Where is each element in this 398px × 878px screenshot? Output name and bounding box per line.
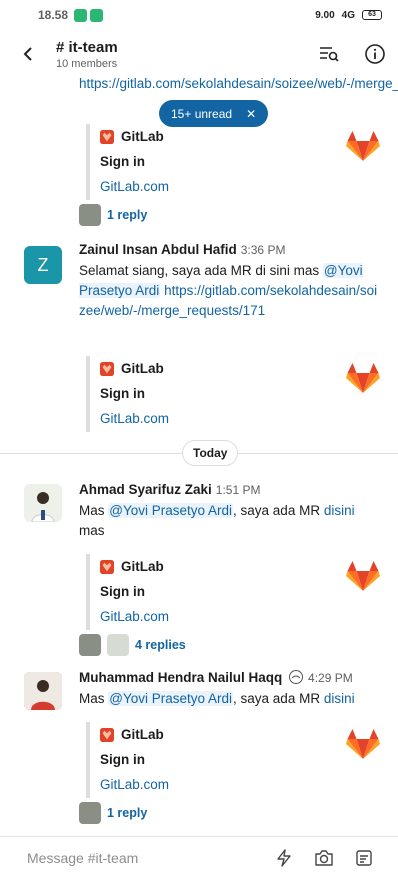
link-preview[interactable]: GitLab Sign in GitLab.com <box>86 124 386 200</box>
gitlab-logo-icon <box>346 363 380 393</box>
message-link[interactable]: https://gitlab.com/sekolahdesain/soizee/… <box>79 78 398 94</box>
user-mention[interactable]: @Yovi Prasetyo Ardi <box>108 503 234 518</box>
avatar[interactable] <box>24 484 62 522</box>
message-feed[interactable]: 15+ unread ✕ https://gitlab.com/sekolahd… <box>0 78 398 838</box>
thread-replies[interactable]: 1 reply <box>79 204 147 226</box>
avatar[interactable]: Z <box>24 246 62 284</box>
search-channel-button[interactable] <box>306 44 352 64</box>
preview-domain[interactable]: GitLab.com <box>100 411 169 426</box>
link-preview[interactable]: GitLab Sign in GitLab.com <box>86 722 386 798</box>
message-text: Mas @Yovi Prasetyo Ardi, saya ada MR dis… <box>79 503 355 538</box>
message-input[interactable]: Message #it-team <box>27 850 264 866</box>
camera-button[interactable] <box>304 848 344 868</box>
unread-banner[interactable]: 15+ unread ✕ <box>159 100 269 127</box>
back-button[interactable] <box>0 43 56 65</box>
person-icon <box>24 484 62 522</box>
avatar <box>79 204 101 226</box>
network-type: 4G <box>341 9 355 21</box>
preview-domain[interactable]: GitLab.com <box>100 777 169 792</box>
avatar[interactable] <box>24 672 62 710</box>
link-preview[interactable]: GitLab Sign in GitLab.com <box>86 356 386 432</box>
gitlab-logo-icon <box>346 729 380 759</box>
status-emoji-icon <box>289 670 304 684</box>
avatar <box>107 634 129 656</box>
gitlab-logo-icon <box>346 561 380 591</box>
author-name[interactable]: Zainul Insan Abdul Hafid <box>79 242 237 257</box>
message-time: 3:36 PM <box>240 243 286 257</box>
member-count: 10 members <box>56 57 118 70</box>
camera-icon <box>315 849 333 866</box>
author-name[interactable]: Muhammad Hendra Nailul Haqq <box>79 670 282 685</box>
author-name[interactable]: Ahmad Syarifuz Zaki <box>79 482 212 497</box>
unread-count: 15+ unread <box>171 106 233 121</box>
close-icon[interactable]: ✕ <box>246 107 256 121</box>
shortcuts-button[interactable] <box>264 848 304 868</box>
preview-title: GitLab <box>121 559 164 574</box>
preview-domain[interactable]: GitLab.com <box>100 609 169 624</box>
preview-subtitle: Sign in <box>100 154 145 169</box>
avatar <box>79 802 101 824</box>
message-composer: Message #it-team <box>0 836 398 878</box>
notification-icon <box>74 8 88 22</box>
channel-title[interactable]: # it-team 10 members <box>56 39 306 70</box>
gitlab-logo-icon <box>346 131 380 161</box>
reply-count[interactable]: 4 replies <box>135 638 186 652</box>
list-search-icon <box>320 47 339 62</box>
date-label[interactable]: Today <box>182 440 239 466</box>
thread-replies[interactable]: 4 replies <box>79 634 186 656</box>
message-link[interactable]: disini <box>324 503 355 518</box>
preview-title: GitLab <box>121 361 164 376</box>
message-link[interactable]: disini <box>324 691 355 706</box>
battery-icon: 63 <box>362 10 382 20</box>
channel-header: # it-team 10 members <box>0 30 398 78</box>
notification-icon <box>90 8 104 22</box>
channel-name: # it-team <box>56 38 118 56</box>
preview-subtitle: Sign in <box>100 386 145 401</box>
thread-replies[interactable]: 1 reply <box>79 802 147 824</box>
person-icon <box>24 672 62 710</box>
preview-subtitle: Sign in <box>100 752 145 767</box>
preview-subtitle: Sign in <box>100 584 145 599</box>
avatar <box>79 634 101 656</box>
preview-title: GitLab <box>121 129 164 144</box>
status-time: 18.58 <box>38 8 69 22</box>
lightning-icon <box>277 848 291 867</box>
reply-count[interactable]: 1 reply <box>107 806 147 820</box>
message-text: Selamat siang, saya ada MR di sini mas @… <box>79 263 378 318</box>
date-divider: Today <box>0 440 398 466</box>
gitlab-icon <box>100 129 114 144</box>
gitlab-icon <box>100 727 114 742</box>
message-time: 1:51 PM <box>215 483 261 497</box>
link-preview[interactable]: GitLab Sign in GitLab.com <box>86 554 386 630</box>
user-mention[interactable]: @Yovi Prasetyo Ardi <box>108 691 234 706</box>
status-bar: 18.58 9.00 4G 63 <box>0 0 398 30</box>
preview-title: GitLab <box>121 727 164 742</box>
gitlab-icon <box>100 559 114 574</box>
data-speed: 9.00 <box>315 9 335 21</box>
preview-domain[interactable]: GitLab.com <box>100 179 169 194</box>
compose-formatting-icon <box>356 849 372 866</box>
gitlab-icon <box>100 361 114 376</box>
channel-info-button[interactable] <box>352 43 398 65</box>
reply-count[interactable]: 1 reply <box>107 208 147 222</box>
chevron-left-icon <box>23 47 32 61</box>
message-text: Mas @Yovi Prasetyo Ardi, saya ada MR dis… <box>79 691 355 706</box>
formatting-button[interactable] <box>344 848 384 868</box>
info-icon <box>365 44 385 64</box>
message-time: 4:29 PM <box>308 671 353 685</box>
status-indicators: 9.00 4G 63 <box>315 10 382 21</box>
